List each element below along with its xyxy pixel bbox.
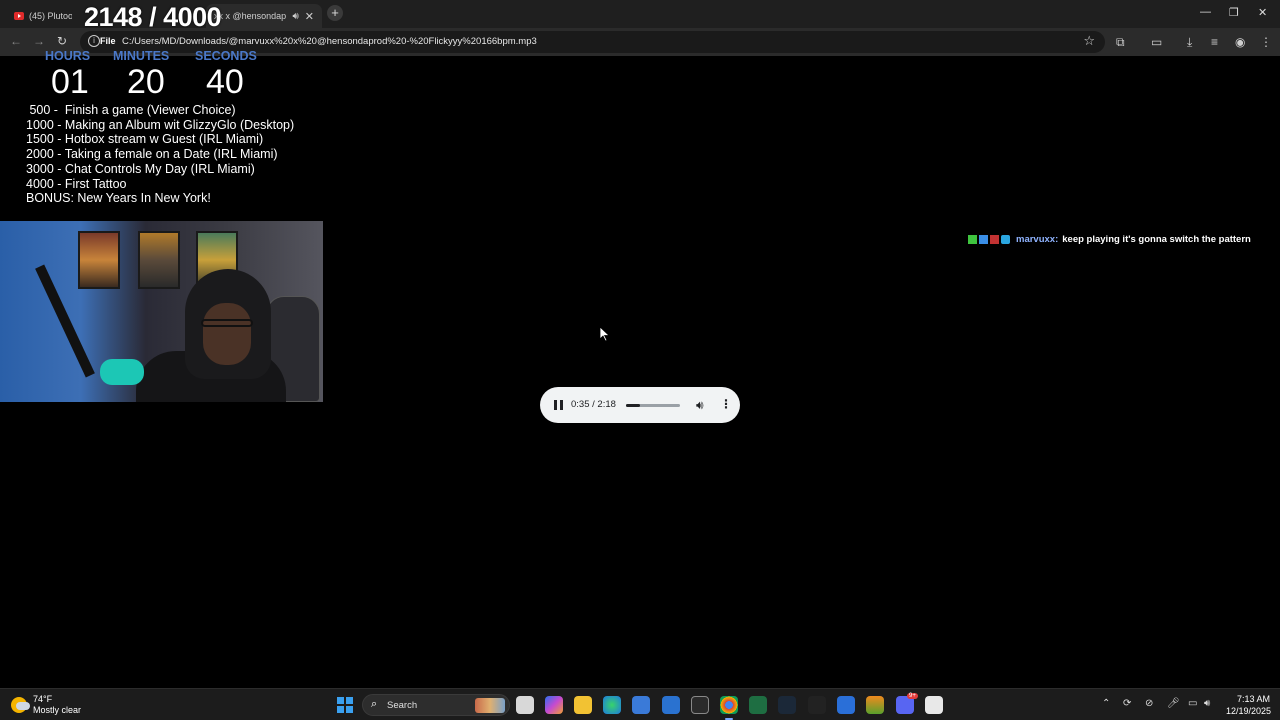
fl-studio-icon[interactable] [866,696,884,714]
seek-progress [626,404,640,407]
chat-username: marvuxx: [1016,233,1059,245]
browser-toolbar: ← → ↻ i File C:/Users/MD/Downloads/@marv… [0,28,1280,56]
discord-badge: 9+ [907,693,918,699]
snipping-tool-icon[interactable] [925,696,943,714]
goal-item: 4000 - First Tattoo [26,176,127,191]
reload-icon[interactable]: ↻ [57,34,67,48]
steam-icon[interactable] [778,696,796,714]
outlook-icon[interactable] [662,696,680,714]
url-text[interactable]: C:/Users/MD/Downloads/@marvuxx%20x%20@he… [122,36,537,47]
store-icon[interactable] [632,696,650,714]
screen: (45) Plutooo - Y xx x @hensondap 🔊︎ ✕ + … [0,0,1280,720]
bookmark-star-icon[interactable]: ☆ [1083,33,1095,49]
file-explorer-icon[interactable] [574,696,592,714]
search-label: Search [387,700,418,711]
timer-value-hours: 01 [51,63,89,101]
wall-poster [138,231,180,289]
network-off-icon[interactable]: ⊘ [1145,698,1153,709]
close-tab-icon[interactable]: ✕ [305,10,314,23]
wall-poster [78,231,120,289]
sync-icon[interactable]: ⟳ [1123,698,1131,709]
media-control-icon[interactable]: ≡ [1211,35,1218,49]
tab-audio-file[interactable]: xx x @hensondap 🔊︎ ✕ [206,4,322,28]
scheme-label: File [100,36,116,46]
playback-time: 0:35 / 2:18 [571,399,616,410]
gift-badge-icon [1001,234,1010,244]
capcut-icon[interactable] [808,696,826,714]
task-view-icon[interactable] [516,696,534,714]
pause-icon[interactable] [554,400,563,410]
weather-temp: 74°F [33,694,53,704]
extensions-icon[interactable]: ⧉ [1116,35,1125,50]
start-button[interactable] [337,697,353,713]
side-panel-icon[interactable]: ▭ [1151,35,1162,49]
kick-badge-icon [968,234,977,244]
clock-time[interactable]: 7:13 AM [1237,694,1270,704]
seek-bar[interactable] [626,404,680,407]
notepad-icon[interactable] [837,696,855,714]
goal-item: BONUS: New Years In New York! [26,191,211,206]
threads-icon[interactable] [691,696,709,714]
chat-message: marvuxx: keep playing it's gonna switch … [968,233,1251,245]
subscriber-badge-icon [990,234,999,244]
mouse-cursor-icon [600,327,610,342]
mod-badge-icon [979,234,988,244]
goal-item: 500 - Finish a game (Viewer Choice) [26,103,236,117]
start-tile [346,706,353,713]
clock-date[interactable]: 12/19/2025 [1226,706,1271,716]
timer-value-minutes: 20 [127,63,165,101]
goal-item: 3000 - Chat Controls My Day (IRL Miami) [26,161,255,176]
weather-desc: Mostly clear [33,705,82,715]
start-tile [337,697,344,704]
timer-label-minutes: MINUTES [113,49,170,63]
microphone [100,359,144,385]
chevron-up-icon[interactable]: ⌃ [1102,698,1110,709]
taskbar-search[interactable]: ⌕ Search [362,694,510,716]
tab-youtube[interactable]: (45) Plutooo - Y [6,4,80,28]
more-options-icon[interactable]: ⋮ [720,397,732,411]
cloud-icon [16,702,30,710]
speaker-icon[interactable]: 🔊︎ [292,11,298,22]
tab-title: xx x @hensondap [214,11,287,21]
forward-icon[interactable]: → [33,34,45,48]
streamer-face [203,303,251,365]
timer-label-hours: HOURS [45,49,91,63]
display-icon[interactable]: ▭ [1188,698,1197,709]
close-window-icon[interactable]: ✕ [1258,6,1267,19]
excel-icon[interactable] [749,696,767,714]
copilot-icon[interactable] [545,696,563,714]
goal-item: 2000 - Taking a female on a Date (IRL Mi… [26,147,278,162]
goal-item: 1000 - Making an Album wit GlizzyGlo (De… [26,117,295,132]
minimize-icon[interactable]: — [1200,6,1211,18]
goal-item: 1500 - Hotbox stream w Guest (IRL Miami) [26,132,264,147]
new-tab-button[interactable]: + [327,5,343,21]
sub-counter: 2148 / 4000 [84,2,222,32]
start-tile [337,706,344,713]
volume-icon[interactable]: 🔊︎ [696,398,704,413]
volume-tray-icon[interactable]: 🔊︎ [1204,698,1210,709]
youtube-icon [14,12,24,20]
restore-icon[interactable]: ❐ [1229,6,1239,19]
audio-player: 0:35 / 2:18 🔊︎ ⋮ [540,387,740,423]
search-icon: ⌕ [371,698,378,710]
microphone-icon[interactable]: 🎤︎ [1167,698,1180,709]
timer-value-seconds: 40 [206,63,244,101]
back-icon[interactable]: ← [10,34,22,48]
timer-label-seconds: SECONDS [195,49,257,63]
chat-text: keep playing it's gonna switch the patte… [1062,233,1251,245]
profile-icon[interactable]: ◉ [1235,35,1245,49]
chrome-icon[interactable] [720,696,738,720]
search-highlight-icon [475,698,505,713]
tab-title: (45) Plutooo - Y [29,11,72,21]
sub-goals-list: 500 - Finish a game (Viewer Choice) 1000… [26,103,294,206]
start-tile [346,697,353,704]
menu-icon[interactable]: ⋮ [1260,35,1272,49]
downloads-icon[interactable]: ⤓ [1187,35,1192,50]
edge-icon[interactable] [603,696,621,714]
streamer-glasses [201,319,253,327]
info-icon[interactable]: i [88,35,100,47]
webcam-feed [0,221,323,402]
taskbar: 74°F Mostly clear ⌕ Search 9+ ⌃ ⟳ ⊘ 🎤︎ ▭… [0,688,1280,720]
